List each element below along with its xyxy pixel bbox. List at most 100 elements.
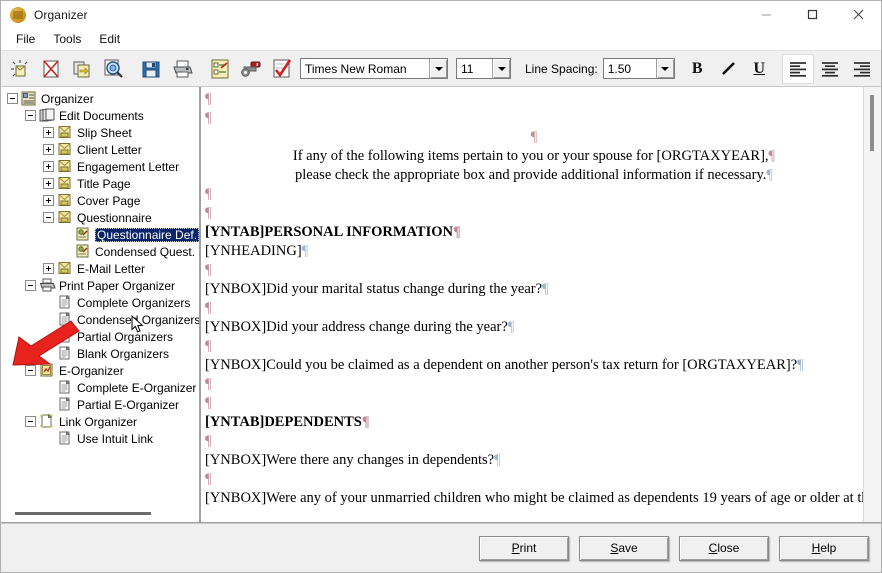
tree-item-edit-documents[interactable]: Edit Documents [1, 107, 199, 124]
chevron-down-icon[interactable] [656, 59, 674, 78]
collapse-icon[interactable] [25, 280, 36, 291]
pilcrow-mark: ¶ [494, 452, 501, 468]
checkmark-icon[interactable] [267, 54, 297, 83]
pilcrow-mark: ¶ [531, 129, 538, 145]
expand-icon[interactable] [43, 161, 54, 172]
preview-search-icon[interactable] [98, 54, 128, 83]
print-icon[interactable] [167, 54, 197, 83]
tree-leaf-spacer [43, 382, 54, 393]
close-button-label: Close [709, 541, 740, 555]
document-line: [YNBOX]Did your marital status change du… [205, 280, 863, 299]
copy-document-icon[interactable] [67, 54, 97, 83]
tree-item-questionnaire-def[interactable]: Questionnaire Def. [1, 226, 199, 243]
document-line-text: [YNTAB]DEPENDENTS [205, 414, 362, 430]
close-button[interactable] [835, 1, 881, 28]
tree-item-partial-organizers[interactable]: Partial Organizers [1, 328, 199, 345]
document-scrollbar-thumb[interactable] [870, 95, 874, 151]
save-button[interactable]: Save [579, 536, 669, 561]
line-spacing-combo[interactable]: 1.50 [603, 58, 675, 79]
tree-item-questionnaire[interactable]: Questionnaire [1, 209, 199, 226]
tree-item-label: Cover Page [77, 194, 143, 208]
collapse-icon[interactable] [25, 365, 36, 376]
organizer-app-icon [10, 7, 26, 23]
tree-scrollbar-thumb[interactable] [15, 512, 151, 515]
window-title: Organizer [34, 8, 88, 22]
help-button-label: Help [812, 541, 837, 555]
document-line: [YNBOX]Could you be claimed as a depende… [205, 356, 863, 375]
new-document-icon[interactable] [5, 54, 35, 83]
delete-document-icon[interactable] [36, 54, 66, 83]
align-justify-button[interactable] [878, 54, 881, 84]
tree-item-e-mail-letter[interactable]: E-Mail Letter [1, 260, 199, 277]
tree-item-title-page[interactable]: Title Page [1, 175, 199, 192]
align-right-button[interactable] [846, 54, 878, 84]
page-yellow-icon [57, 261, 74, 276]
tree-item-complete-e-organizer[interactable]: Complete E-Organizer [1, 379, 199, 396]
menu-file[interactable]: File [7, 30, 44, 48]
expand-icon[interactable] [43, 127, 54, 138]
document-line: [YNHEADING]¶ [205, 242, 863, 261]
checklist-edit-icon[interactable] [205, 54, 235, 83]
collapse-icon[interactable] [7, 93, 18, 104]
pilcrow-mark: ¶ [205, 471, 212, 487]
align-center-button[interactable] [814, 54, 846, 84]
italic-button[interactable] [713, 54, 744, 83]
tree-item-use-intuit-link[interactable]: Use Intuit Link [1, 430, 199, 447]
expand-icon[interactable] [43, 195, 54, 206]
print-button[interactable]: Print [479, 536, 569, 561]
page-yellow-icon [57, 176, 74, 191]
tree-item-condensed-organizers[interactable]: Condensed Organizers [1, 311, 199, 328]
tree-item-link-organizer[interactable]: Link Organizer [1, 413, 199, 430]
tree-item-condensed-quest[interactable]: Condensed Quest. [1, 243, 199, 260]
page-yellow-icon [57, 193, 74, 208]
tree-item-client-letter[interactable]: Client Letter [1, 141, 199, 158]
tree-item-organizer[interactable]: Organizer [1, 90, 199, 107]
line-spacing-value: 1.50 [604, 62, 656, 76]
close-button[interactable]: Close [679, 536, 769, 561]
tree-item-partial-e-organizer[interactable]: Partial E-Organizer [1, 396, 199, 413]
key-icon[interactable] [236, 54, 266, 83]
underline-button[interactable]: U [744, 54, 775, 83]
tree-item-label: Organizer [41, 92, 97, 106]
tree-item-blank-organizers[interactable]: Blank Organizers [1, 345, 199, 362]
tree-item-complete-organizers[interactable]: Complete Organizers [1, 294, 199, 311]
maximize-button[interactable] [789, 1, 835, 28]
chevron-down-icon[interactable] [492, 59, 510, 78]
tree-item-print-paper-organizer[interactable]: Print Paper Organizer [1, 277, 199, 294]
dialog-button-bar: Print Save Close Help [1, 523, 881, 572]
bold-button[interactable]: B [682, 54, 713, 83]
navigation-tree[interactable]: OrganizerEdit DocumentsSlip SheetClient … [1, 87, 199, 505]
menu-edit[interactable]: Edit [90, 30, 129, 48]
expand-icon[interactable] [43, 178, 54, 189]
tree-item-engagement-letter[interactable]: Engagement Letter [1, 158, 199, 175]
help-button[interactable]: Help [779, 536, 869, 561]
pilcrow-mark: ¶ [205, 338, 212, 354]
font-size-combo[interactable]: 11 [456, 58, 511, 79]
collapse-icon[interactable] [43, 212, 54, 223]
pilcrow-mark: ¶ [205, 186, 212, 202]
document-page[interactable]: ¶¶¶If any of the following items pertain… [201, 87, 863, 522]
tree-horizontal-scrollbar[interactable] [1, 505, 199, 522]
menu-tools[interactable]: Tools [44, 30, 90, 48]
chevron-down-icon[interactable] [429, 59, 447, 78]
font-family-value: Times New Roman [301, 62, 429, 76]
save-icon[interactable] [136, 54, 166, 83]
document-line: [YNTAB]PERSONAL INFORMATION¶ [205, 223, 863, 242]
pilcrow-mark: ¶ [205, 300, 212, 316]
expand-icon[interactable] [43, 144, 54, 155]
collapse-icon[interactable] [25, 416, 36, 427]
toolbar: Times New Roman 11 Line Spacing: 1.50 B … [1, 51, 881, 87]
document-line: [YNBOX]Were any of your unmarried childr… [205, 489, 863, 508]
expand-icon[interactable] [43, 263, 54, 274]
font-family-combo[interactable]: Times New Roman [300, 58, 448, 79]
minimize-button[interactable] [743, 1, 789, 28]
document-vertical-scrollbar[interactable] [863, 87, 881, 522]
tree-item-slip-sheet[interactable]: Slip Sheet [1, 124, 199, 141]
align-left-button[interactable] [782, 54, 814, 84]
collapse-icon[interactable] [25, 110, 36, 121]
tree-leaf-spacer [43, 399, 54, 410]
document-line: ¶ [205, 90, 863, 109]
tree-item-e-organizer[interactable]: E-Organizer [1, 362, 199, 379]
pilcrow-mark: ¶ [508, 319, 515, 335]
tree-item-cover-page[interactable]: Cover Page [1, 192, 199, 209]
